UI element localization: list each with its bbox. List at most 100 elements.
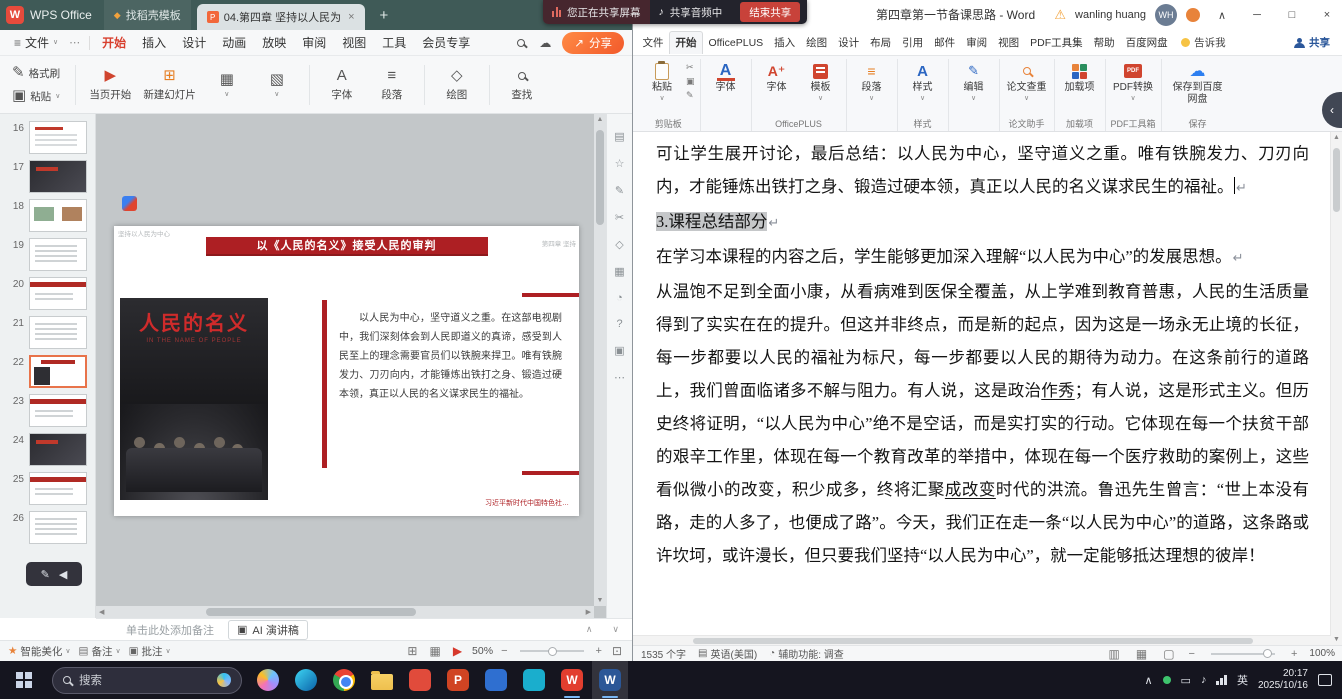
taskbar-copilot-icon[interactable] [250,661,286,699]
zoom-in-icon[interactable]: + [1291,648,1297,660]
font-settings-button[interactable]: A 字体 [706,59,746,96]
tray-expand-icon[interactable]: ∧ [1144,674,1152,687]
scrollbar-thumb[interactable] [596,130,604,225]
zoom-out-icon[interactable]: − [1189,648,1195,660]
comments-toggle[interactable]: ▣ 批注 ∨ [129,644,171,659]
tab-view[interactable]: 视图 [993,32,1025,54]
chart-icon[interactable]: ▦ [614,265,624,278]
paper-check-button[interactable]: 论文查重 ∨ [1005,59,1049,104]
close-tab-icon[interactable]: × [348,11,354,23]
editing-button[interactable]: ✎ 编辑 ∨ [954,59,994,104]
edit-icon[interactable]: ✎ [615,184,624,197]
play-from-current-button[interactable]: ▶ 当页开始 [85,68,135,102]
slide-thumbnail[interactable]: 19 [0,235,95,274]
notes-placeholder[interactable]: 单击此处添加备注 [126,622,214,638]
copy-icon[interactable]: ▣ [686,76,695,87]
minimize-button[interactable]: ─ [1244,0,1270,30]
scroll-right-icon[interactable]: ▶ [586,608,591,616]
scroll-down-icon[interactable]: ▼ [594,597,606,604]
network-icon[interactable] [1216,675,1227,685]
stop-sharing-button[interactable]: 结束共享 [740,2,800,22]
more-menu-icon[interactable]: ⋯ [64,36,85,49]
ribbon-display-options-icon[interactable]: ∧ [1209,0,1235,30]
layout-button[interactable]: ▦ ∨ [204,72,250,98]
menu-item-animation[interactable]: 动画 [214,30,254,56]
slide-thumbnail[interactable]: 18 [0,196,95,235]
smart-beautify-button[interactable]: ★ 智能美化 ∨ [8,644,71,659]
styles-button[interactable]: A 样式 ∨ [903,59,943,104]
tab-insert[interactable]: 插入 [769,32,801,54]
paragraph-button[interactable]: ≡ 段落 ∨ [852,59,892,104]
expand-notes-icon[interactable]: ∨ [609,624,622,635]
pen-icon[interactable]: ✎ [41,568,50,581]
paste-button[interactable]: 粘贴 ∨ [642,59,682,104]
addins-button[interactable]: 加载项 [1060,59,1100,96]
tab-pdf-tools[interactable]: PDF工具集 [1025,32,1089,54]
zoom-slider-knob[interactable] [1263,649,1272,658]
comment-icon[interactable]: ▣ [614,344,624,357]
start-button[interactable] [4,661,44,699]
paragraph-button[interactable]: ≡ 段落 [369,68,415,102]
restore-button[interactable]: □ [1279,0,1305,30]
pointer-icon[interactable]: ◀ [59,568,67,581]
scroll-up-icon[interactable]: ▲ [594,116,606,123]
paragraph[interactable]: 从温饱不足到全面小康，从看病难到医保全覆盖，从上学难到教育普惠，人民的生活质量得… [656,275,1309,572]
document-page[interactable]: 可让学生展开讨论，最后总结：以人民为中心，坚守道义之重。唯有铁腕发力、刀刃向内，… [633,132,1331,635]
slideshow-play-icon[interactable]: ▶ [451,644,464,658]
more-icon[interactable]: ⋯ [614,371,625,384]
slide-thumbnail[interactable]: 26 [0,508,95,547]
menu-item-member[interactable]: 会员专享 [414,30,478,56]
taskbar-search-input[interactable]: 搜索 [52,667,242,694]
normal-view-icon[interactable]: ⊞ [405,644,419,658]
tab-template-home[interactable]: ◆ 找稻壳模板 [104,0,191,30]
taskbar-chrome-icon[interactable] [326,661,362,699]
menu-item-home[interactable]: 开始 [94,30,134,56]
scrollbar-thumb[interactable] [693,638,1253,644]
menu-item-tools[interactable]: 工具 [374,30,414,56]
history-icon[interactable]: ◔ [616,292,623,304]
taskbar-file-explorer-icon[interactable] [364,661,400,699]
slide-thumbnail[interactable]: 16 [0,118,95,157]
zoom-slider[interactable] [1211,653,1275,655]
tab-home[interactable]: 开始 [669,31,703,54]
tab-baidu-netdisk[interactable]: 百度网盘 [1120,32,1173,54]
slide-horizontal-scrollbar[interactable]: ◀ ▶ [96,606,594,618]
paragraph[interactable]: 3.课程总结部分↵ [656,205,1309,240]
slide-thumbnail[interactable]: 24 [0,430,95,469]
taskbar-clock[interactable]: 20:17 2025/10/16 [1258,668,1308,693]
tab-review[interactable]: 审阅 [961,32,993,54]
scrollbar-thumb[interactable] [1333,148,1340,212]
format-painter-icon[interactable]: ✎ [686,90,695,101]
menu-item-insert[interactable]: 插入 [134,30,174,56]
zoom-in-icon[interactable]: + [596,645,602,657]
volume-icon[interactable]: ♪ [1201,674,1207,686]
format-painter-button[interactable]: ✎ 格式刷 [8,64,64,83]
zoom-percentage[interactable]: 100% [1309,648,1335,659]
cut-icon[interactable]: ✂ [686,62,695,73]
close-button[interactable]: × [1314,0,1340,30]
slide-thumbnail-panel[interactable]: 16 17 18 19 20 21 22 23 24 25 26 [0,114,96,618]
taskbar-word-icon[interactable] [592,661,628,699]
shapes-icon[interactable]: ◇ [615,238,623,251]
menu-item-slideshow[interactable]: 放映 [254,30,294,56]
fit-to-window-icon[interactable]: ⊡ [610,644,624,658]
tab-officeplus[interactable]: OfficePLUS [703,32,769,54]
paragraph[interactable]: 在学习本课程的内容之后，学生能够更加深入理解“以人民为中心”的发展思想。↵ [656,240,1309,275]
pdf-convert-button[interactable]: PDF转换 ∨ [1111,59,1155,104]
movie-poster-image[interactable]: 人民的名义 IN THE NAME OF PEOPLE [120,298,268,500]
group-label[interactable]: 剪贴板 [655,116,682,131]
officeplus-font-button[interactable]: A⁺ 字体 [757,59,797,96]
notes-bar[interactable]: 单击此处添加备注 ▣ AI 演讲稿 ∧ ∨ [96,618,632,640]
tab-design[interactable]: 设计 [833,32,865,54]
tab-current-document[interactable]: 04.第四章 坚持以人民为 × [197,4,365,30]
new-tab-button[interactable]: + [371,7,398,24]
print-layout-icon[interactable]: ▦ [1134,647,1149,661]
web-layout-icon[interactable]: ▢ [1161,647,1176,661]
taskbar-app-blue-icon[interactable] [478,661,514,699]
ai-speech-button[interactable]: ▣ AI 演讲稿 [228,620,308,640]
tab-file[interactable]: 文件 [637,32,669,54]
document-horizontal-scrollbar[interactable] [633,635,1331,645]
save-to-netdisk-button[interactable]: ☁ 保存到百度网盘 [1167,59,1229,107]
design-icon[interactable]: ☆ [615,157,625,170]
notification-bell-icon[interactable] [1186,8,1200,22]
